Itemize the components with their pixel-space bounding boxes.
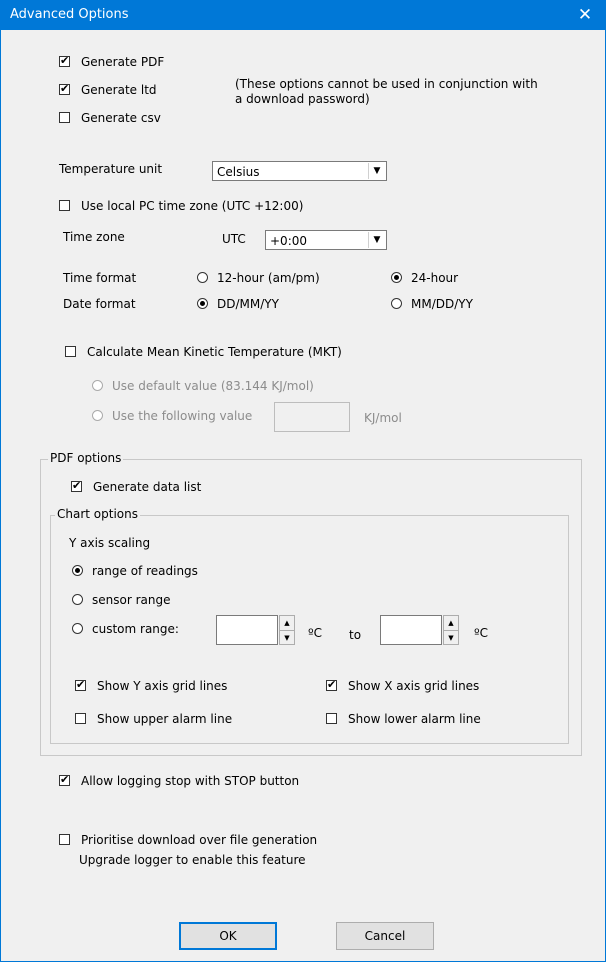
timezone-select[interactable]: +0:00 ▼ bbox=[265, 230, 387, 250]
show-y-grid-label[interactable]: Show Y axis grid lines bbox=[97, 679, 227, 693]
to-unit-label: ºC bbox=[474, 626, 489, 640]
show-upper-alarm-checkbox[interactable] bbox=[75, 713, 86, 724]
chevron-down-icon[interactable]: ▼ bbox=[368, 163, 385, 179]
window-title: Advanced Options bbox=[10, 7, 129, 22]
temperature-unit-value: Celsius bbox=[217, 165, 260, 179]
date-format-label: Date format bbox=[63, 297, 136, 311]
custom-range-from-input[interactable] bbox=[216, 615, 278, 645]
spin-down-icon[interactable]: ▼ bbox=[444, 630, 458, 645]
generate-pdf-checkbox[interactable] bbox=[59, 54, 70, 68]
mkt-label[interactable]: Calculate Mean Kinetic Temperature (MKT) bbox=[87, 345, 342, 359]
range-of-readings-label[interactable]: range of readings bbox=[92, 564, 198, 578]
spin-up-icon[interactable]: ▲ bbox=[280, 616, 294, 630]
custom-range-to-input[interactable] bbox=[380, 615, 442, 645]
show-x-grid-checkbox[interactable] bbox=[326, 678, 337, 692]
mkt-custom-label[interactable]: Use the following value bbox=[112, 409, 252, 423]
allow-stop-checkbox[interactable] bbox=[59, 773, 70, 787]
show-x-grid-label[interactable]: Show X axis grid lines bbox=[348, 679, 479, 693]
range-of-readings-radio[interactable] bbox=[72, 565, 83, 576]
generate-data-list-label[interactable]: Generate data list bbox=[93, 480, 201, 494]
custom-range-from-spinner[interactable]: ▲ ▼ bbox=[279, 615, 295, 645]
generate-data-list-checkbox[interactable] bbox=[71, 479, 82, 493]
time-24h-label[interactable]: 24-hour bbox=[411, 271, 458, 285]
generate-pdf-label[interactable]: Generate PDF bbox=[81, 55, 164, 69]
generate-ltd-label[interactable]: Generate ltd bbox=[81, 83, 157, 97]
ok-button[interactable]: OK bbox=[179, 922, 277, 950]
use-local-timezone-checkbox[interactable] bbox=[59, 200, 70, 211]
date-mdy-label[interactable]: MM/DD/YY bbox=[411, 297, 473, 311]
y-axis-scaling-label: Y axis scaling bbox=[69, 536, 151, 550]
upgrade-note: Upgrade logger to enable this feature bbox=[79, 853, 306, 867]
show-y-grid-checkbox[interactable] bbox=[75, 678, 86, 692]
timezone-value: +0:00 bbox=[270, 234, 308, 248]
temperature-unit-select[interactable]: Celsius ▼ bbox=[212, 161, 387, 181]
prioritise-download-checkbox[interactable] bbox=[59, 834, 70, 845]
generate-ltd-checkbox[interactable] bbox=[59, 82, 70, 96]
utc-prefix-label: UTC bbox=[222, 232, 246, 246]
use-local-timezone-label[interactable]: Use local PC time zone (UTC +12:00) bbox=[81, 199, 303, 213]
mkt-default-radio[interactable] bbox=[92, 380, 103, 391]
to-label: to bbox=[349, 628, 362, 642]
spin-down-icon[interactable]: ▼ bbox=[280, 630, 294, 645]
sensor-range-label[interactable]: sensor range bbox=[92, 593, 170, 607]
show-lower-alarm-checkbox[interactable] bbox=[326, 713, 337, 724]
date-dmy-radio[interactable] bbox=[197, 298, 208, 309]
from-unit-label: ºC bbox=[308, 626, 323, 640]
mkt-default-label[interactable]: Use default value (83.144 KJ/mol) bbox=[112, 379, 314, 393]
cancel-button[interactable]: Cancel bbox=[336, 922, 434, 950]
sensor-range-radio[interactable] bbox=[72, 594, 83, 605]
show-upper-alarm-label[interactable]: Show upper alarm line bbox=[97, 712, 232, 726]
mkt-unit-label: KJ/mol bbox=[364, 411, 402, 425]
custom-range-radio[interactable] bbox=[72, 623, 83, 634]
mkt-custom-radio[interactable] bbox=[92, 410, 103, 421]
title-bar: Advanced Options ✕ bbox=[1, 0, 606, 30]
generate-csv-label[interactable]: Generate csv bbox=[81, 111, 161, 125]
date-dmy-label[interactable]: DD/MM/YY bbox=[217, 297, 279, 311]
show-lower-alarm-label[interactable]: Show lower alarm line bbox=[348, 712, 481, 726]
pdf-options-title: PDF options bbox=[48, 451, 124, 465]
allow-stop-label[interactable]: Allow logging stop with STOP button bbox=[81, 774, 299, 788]
timezone-label: Time zone bbox=[63, 230, 125, 244]
time-12h-label[interactable]: 12-hour (am/pm) bbox=[217, 271, 320, 285]
advanced-options-dialog: Advanced Options ✕ Generate PDF Generate… bbox=[0, 0, 606, 962]
generate-csv-checkbox[interactable] bbox=[59, 112, 70, 123]
chart-options-title: Chart options bbox=[55, 507, 140, 521]
temperature-unit-label: Temperature unit bbox=[59, 162, 163, 176]
custom-range-label[interactable]: custom range: bbox=[92, 622, 179, 636]
password-note-line1: (These options cannot be used in conjunc… bbox=[235, 77, 538, 91]
close-icon[interactable]: ✕ bbox=[563, 0, 606, 30]
mkt-checkbox[interactable] bbox=[65, 346, 76, 357]
time-format-label: Time format bbox=[63, 271, 137, 285]
time-24h-radio[interactable] bbox=[391, 272, 402, 283]
custom-range-to-spinner[interactable]: ▲ ▼ bbox=[443, 615, 459, 645]
date-mdy-radio[interactable] bbox=[391, 298, 402, 309]
spin-up-icon[interactable]: ▲ bbox=[444, 616, 458, 630]
mkt-value-input[interactable] bbox=[274, 402, 350, 432]
chevron-down-icon[interactable]: ▼ bbox=[368, 232, 385, 248]
prioritise-download-label[interactable]: Prioritise download over file generation bbox=[81, 833, 317, 847]
time-12h-radio[interactable] bbox=[197, 272, 208, 283]
password-note-line2: a download password) bbox=[235, 92, 370, 106]
